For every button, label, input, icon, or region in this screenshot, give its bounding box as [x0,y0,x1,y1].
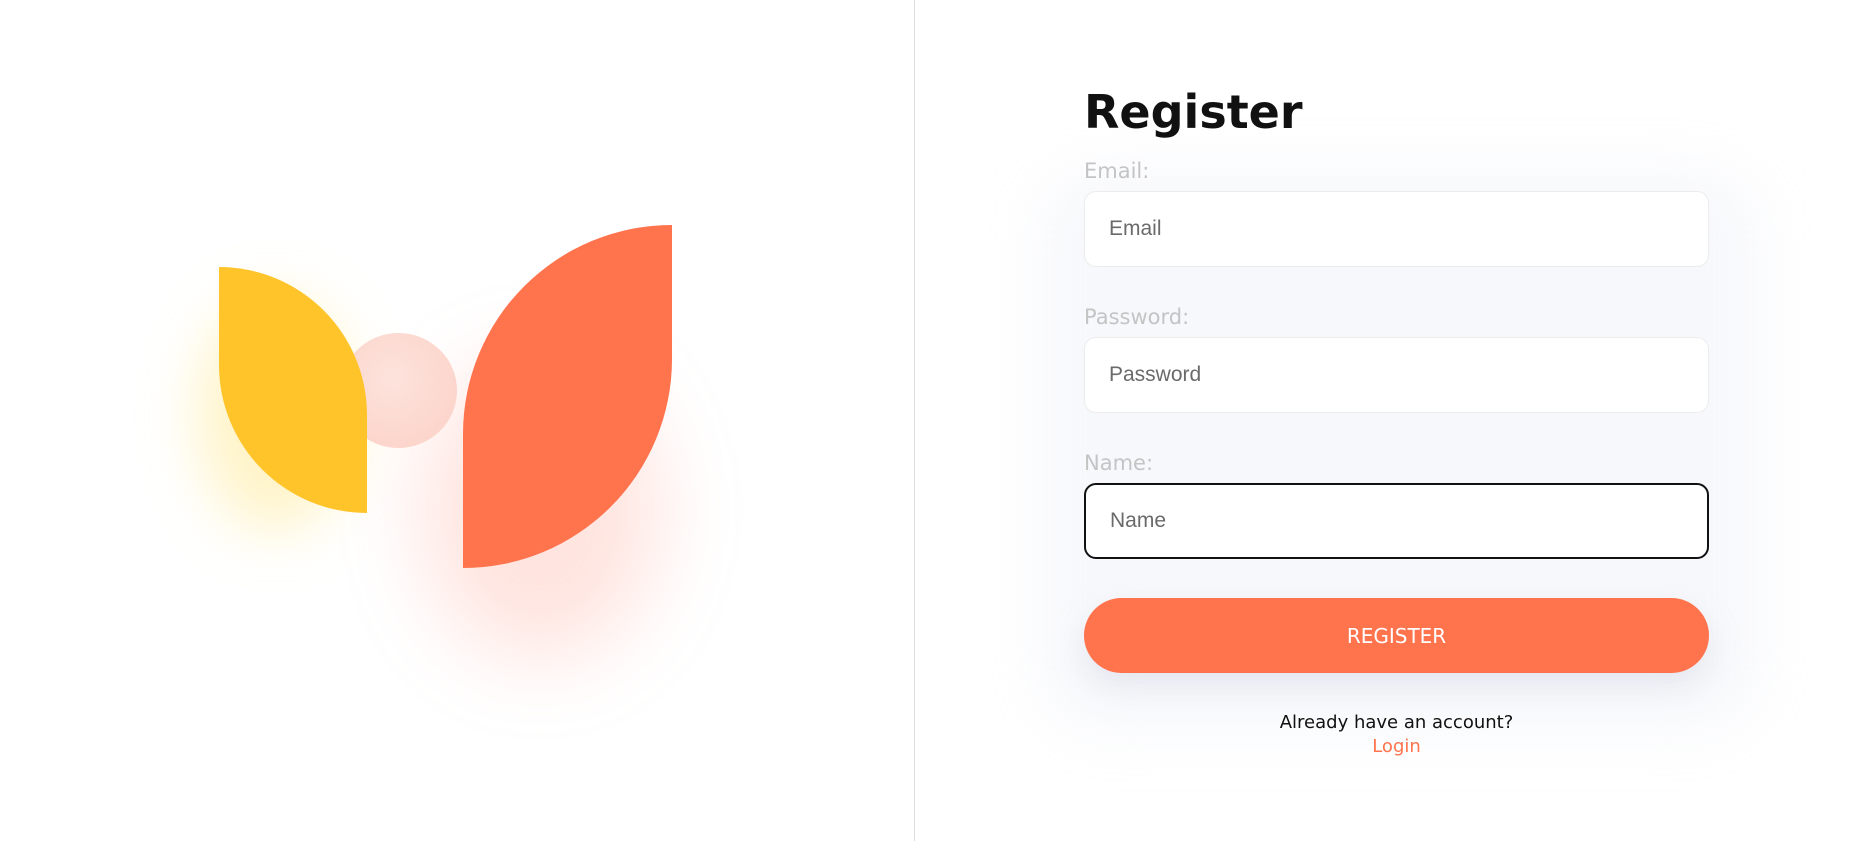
name-label: Name: [1084,451,1154,475]
login-prompt-text: Already have an account? [1279,712,1514,733]
page-title: Register [1084,85,1303,139]
password-label: Password: [1084,305,1190,329]
logo-illustration [0,0,915,841]
register-page: Register Email: Password: Name: REGISTER… [0,0,1856,841]
login-prompt: Already have an account? Login [1084,711,1709,759]
password-field[interactable] [1084,337,1709,413]
email-label: Email: [1084,159,1150,183]
email-field[interactable] [1084,191,1709,267]
register-button[interactable]: REGISTER [1084,598,1709,673]
illustration-panel [0,0,915,841]
login-link[interactable]: Login [1372,735,1421,759]
name-field[interactable] [1084,483,1709,559]
register-form: Register Email: Password: Name: REGISTER… [1084,80,1709,759]
